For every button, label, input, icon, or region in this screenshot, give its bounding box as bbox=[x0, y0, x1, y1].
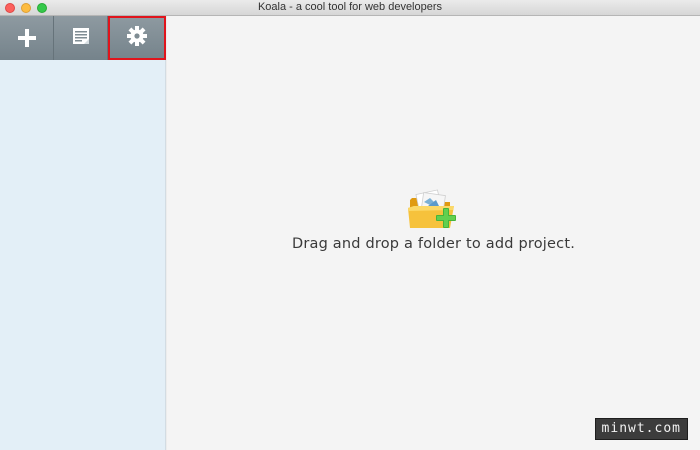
add-project-button[interactable] bbox=[0, 16, 54, 60]
settings-button[interactable] bbox=[108, 16, 166, 60]
plus-icon bbox=[17, 29, 36, 47]
gear-icon bbox=[126, 25, 148, 51]
drop-folder-message: Drag and drop a folder to add project. bbox=[291, 236, 576, 252]
folder-add-icon bbox=[406, 186, 462, 234]
window-title: Koala - a cool tool for web developers bbox=[257, 1, 443, 13]
log-icon bbox=[71, 26, 91, 50]
main-panel[interactable]: Drag and drop a folder to add project. bbox=[167, 16, 700, 450]
project-sidebar bbox=[0, 16, 166, 450]
sidebar-toolbar bbox=[0, 16, 166, 60]
watermark: minwt.com bbox=[594, 418, 688, 440]
empty-state: Drag and drop a folder to add project. bbox=[167, 186, 700, 252]
title-bar: Koala - a cool tool for web developers bbox=[0, 0, 700, 16]
log-button[interactable] bbox=[54, 16, 108, 60]
